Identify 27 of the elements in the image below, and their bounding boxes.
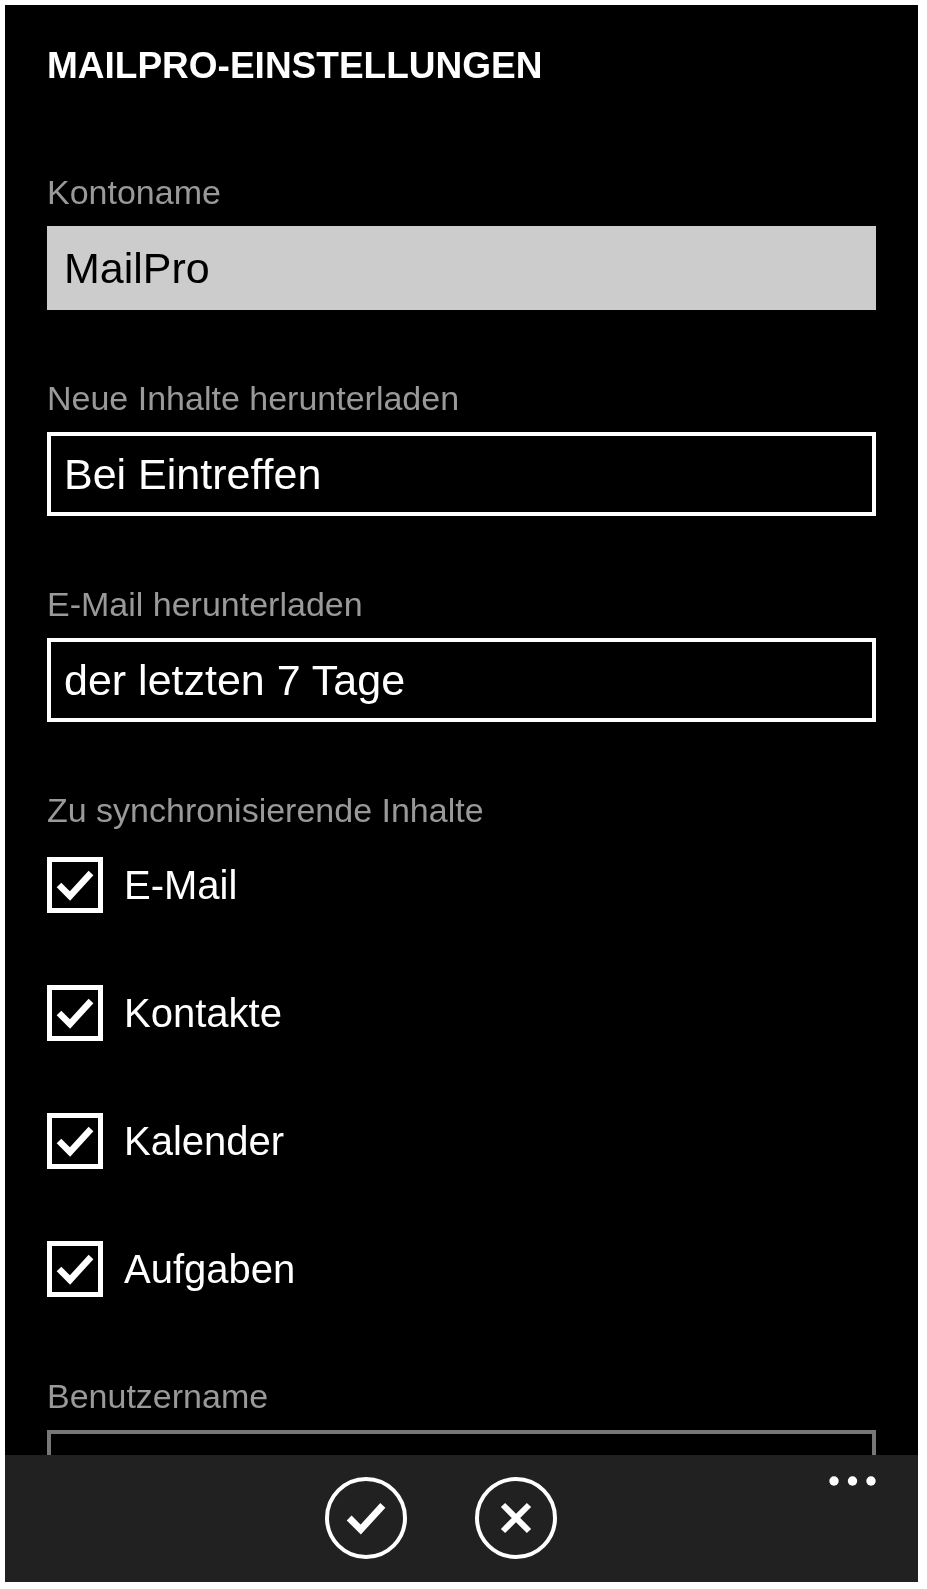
field-label: Benutzername	[47, 1376, 270, 1416]
checkbox-label: Kontakte	[124, 990, 282, 1037]
page-title: MAILPRO-EINSTELLUNGEN	[47, 44, 543, 88]
check-icon	[56, 1125, 94, 1157]
picker-field[interactable]: der letzten 7 Tage	[47, 638, 876, 722]
checkbox[interactable]	[47, 857, 103, 913]
section-label: Zu synchronisierende Inhalte	[47, 790, 485, 830]
check-button[interactable]	[324, 1477, 407, 1559]
more-button[interactable]	[829, 1476, 876, 1486]
check-icon	[345, 1501, 386, 1535]
close-button[interactable]	[474, 1477, 557, 1559]
text-field[interactable]: MailPro	[47, 226, 876, 310]
field-label: Kontoname	[47, 172, 222, 212]
close-icon	[499, 1502, 532, 1534]
picker-field[interactable]: Bei Eintreffen	[47, 432, 876, 516]
checkbox[interactable]	[47, 1241, 103, 1297]
checkbox[interactable]	[47, 985, 103, 1041]
ellipsis-icon	[829, 1476, 876, 1486]
checkbox-label: E-Mail	[124, 862, 238, 909]
check-icon	[56, 997, 94, 1029]
checkbox-label: Kalender	[124, 1118, 285, 1165]
field-label: E-Mail herunterladen	[47, 584, 364, 624]
field-label: Neue Inhalte herunterladen	[47, 378, 461, 418]
check-icon	[56, 1253, 94, 1285]
check-icon	[56, 869, 94, 901]
checkbox-label: Aufgaben	[124, 1246, 296, 1293]
checkbox[interactable]	[47, 1113, 103, 1169]
